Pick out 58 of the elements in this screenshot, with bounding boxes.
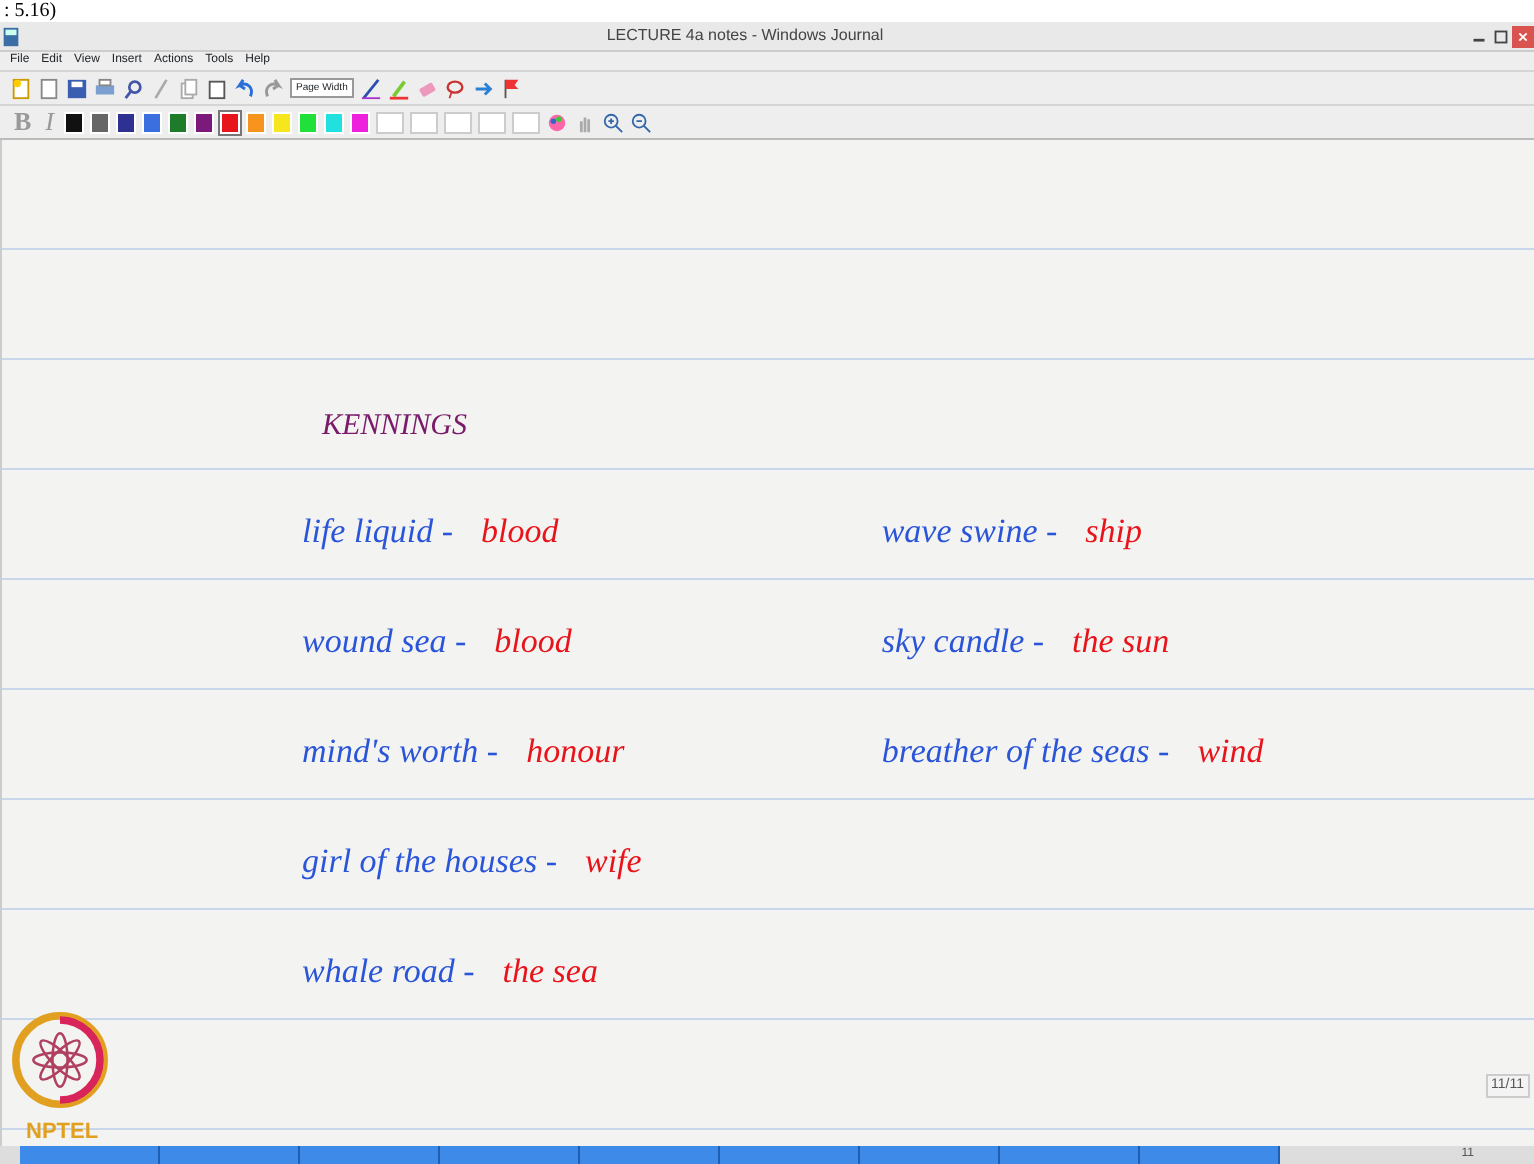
color-swatch[interactable] (64, 111, 85, 133)
save-icon[interactable] (66, 77, 88, 99)
kenning-meaning: blood (481, 509, 559, 553)
caption-text: : 5.16) (2, 0, 57, 22)
color-swatch[interactable] (220, 111, 241, 133)
paste-icon[interactable] (206, 77, 228, 99)
color-swatch[interactable] (246, 111, 267, 133)
flower-logo-icon (10, 1010, 110, 1110)
insert-space-icon[interactable] (471, 77, 494, 99)
empty-swatch[interactable] (478, 111, 507, 133)
pen-icon[interactable] (359, 77, 382, 99)
color-swatch[interactable] (142, 111, 163, 133)
logo-text: NPTEL (26, 1120, 99, 1144)
redo-icon[interactable] (262, 77, 284, 99)
kenning-term: wound sea - (302, 619, 467, 663)
zoom-out-icon[interactable] (630, 111, 653, 133)
color-swatch[interactable] (116, 111, 137, 133)
search-icon[interactable] (122, 77, 144, 99)
kenning-meaning: wind (1197, 729, 1264, 773)
flag-icon[interactable] (499, 77, 522, 99)
empty-swatch[interactable] (376, 111, 405, 133)
kenning-term: wave swine - (881, 509, 1058, 553)
color-swatch[interactable] (298, 111, 319, 133)
color-swatch[interactable] (350, 111, 371, 133)
color-swatch[interactable] (272, 111, 293, 133)
kenning-meaning: honour (526, 729, 625, 773)
color-swatch[interactable] (90, 111, 111, 133)
color-swatch[interactable] (194, 111, 215, 133)
empty-swatch[interactable] (410, 111, 439, 133)
kenning-term: mind's worth - (302, 729, 499, 773)
color-swatch[interactable] (168, 111, 189, 133)
kenning-term: sky candle - (881, 619, 1045, 664)
kenning-meaning: blood (494, 619, 572, 663)
kenning-term: life liquid - (302, 509, 454, 554)
window-title: LECTURE 4a notes - Windows Journal (604, 24, 886, 48)
note-heading: KENNINGS (322, 408, 468, 446)
close-icon[interactable] (1512, 25, 1534, 47)
kenning-meaning: wife (585, 839, 642, 884)
kenning-term: whale road - (302, 949, 475, 993)
restore-icon[interactable] (1490, 25, 1512, 47)
zoom-in-icon[interactable] (602, 111, 625, 133)
lasso-icon[interactable] (443, 77, 466, 99)
document-icon[interactable] (38, 77, 60, 99)
eraser-icon[interactable] (415, 77, 438, 99)
empty-swatch[interactable] (444, 111, 473, 133)
kenning-term: girl of the houses - (302, 839, 557, 884)
undo-icon[interactable] (234, 77, 256, 99)
palette-icon[interactable] (546, 111, 569, 133)
new-page-icon[interactable] (10, 77, 32, 99)
kenning-meaning: the sea (502, 949, 598, 993)
kenning-meaning: the sun (1072, 619, 1170, 663)
app-icon (0, 25, 22, 47)
color-swatch[interactable] (324, 111, 345, 133)
highlighter-icon[interactable] (387, 77, 410, 99)
empty-swatch[interactable] (512, 111, 541, 133)
kenning-meaning: ship (1085, 509, 1143, 554)
kenning-term: breather of the seas - (881, 729, 1170, 774)
print-icon[interactable] (94, 77, 116, 99)
